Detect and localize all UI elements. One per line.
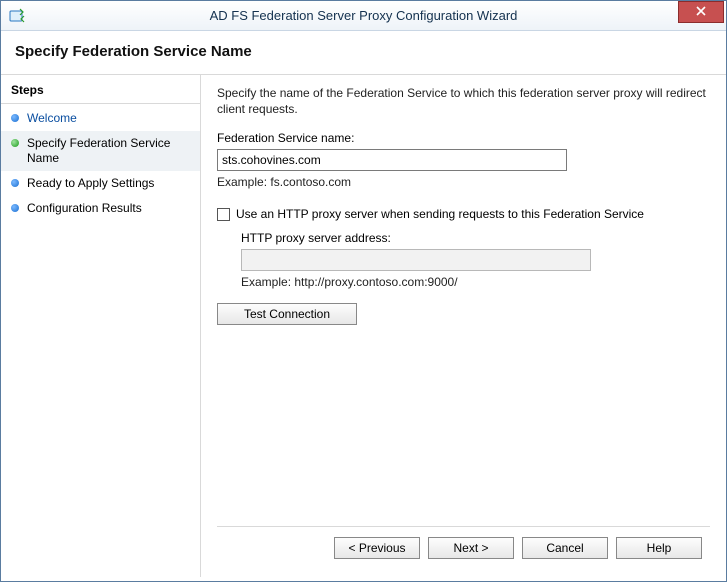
close-icon bbox=[696, 5, 706, 19]
http-proxy-address-label: HTTP proxy server address: bbox=[241, 231, 710, 245]
titlebar: AD FS Federation Server Proxy Configurat… bbox=[1, 1, 726, 31]
cancel-button[interactable]: Cancel bbox=[522, 537, 608, 559]
app-icon bbox=[9, 8, 25, 24]
wizard-footer: < Previous Next > Cancel Help bbox=[217, 526, 710, 567]
step-ready-to-apply-settings[interactable]: Ready to Apply Settings bbox=[1, 171, 200, 196]
http-proxy-address-input bbox=[241, 249, 591, 271]
page-header: Specify Federation Service Name bbox=[1, 31, 726, 75]
step-welcome[interactable]: Welcome bbox=[1, 106, 200, 131]
use-http-proxy-label: Use an HTTP proxy server when sending re… bbox=[236, 207, 644, 221]
steps-sidebar: Steps Welcome Specify Federation Service… bbox=[1, 75, 201, 577]
help-button[interactable]: Help bbox=[616, 537, 702, 559]
http-proxy-sub-block: HTTP proxy server address: Example: http… bbox=[241, 231, 710, 289]
federation-service-name-input[interactable] bbox=[217, 149, 567, 171]
step-label: Specify Federation Service Name bbox=[27, 136, 190, 166]
step-label: Ready to Apply Settings bbox=[27, 176, 190, 191]
steps-title: Steps bbox=[1, 81, 200, 104]
page-title: Specify Federation Service Name bbox=[15, 43, 712, 60]
use-http-proxy-checkbox[interactable] bbox=[217, 208, 230, 221]
step-label: Welcome bbox=[27, 111, 190, 126]
next-button[interactable]: Next > bbox=[428, 537, 514, 559]
close-button[interactable] bbox=[678, 1, 724, 23]
bullet-icon bbox=[11, 179, 19, 187]
previous-button[interactable]: < Previous bbox=[334, 537, 420, 559]
federation-service-name-block: Federation Service name: Example: fs.con… bbox=[217, 131, 710, 189]
test-connection-button[interactable]: Test Connection bbox=[217, 303, 357, 325]
use-http-proxy-row[interactable]: Use an HTTP proxy server when sending re… bbox=[217, 207, 710, 221]
page-description: Specify the name of the Federation Servi… bbox=[217, 85, 710, 117]
bullet-icon bbox=[11, 204, 19, 212]
content-pane: Specify the name of the Federation Servi… bbox=[201, 75, 726, 577]
step-label: Configuration Results bbox=[27, 201, 190, 216]
federation-service-name-example: Example: fs.contoso.com bbox=[217, 175, 710, 189]
step-configuration-results[interactable]: Configuration Results bbox=[1, 196, 200, 221]
body: Steps Welcome Specify Federation Service… bbox=[1, 75, 726, 577]
bullet-icon bbox=[11, 114, 19, 122]
window-title: AD FS Federation Server Proxy Configurat… bbox=[1, 8, 726, 23]
federation-service-name-label: Federation Service name: bbox=[217, 131, 710, 145]
bullet-icon bbox=[11, 139, 19, 147]
http-proxy-address-example: Example: http://proxy.contoso.com:9000/ bbox=[241, 275, 710, 289]
step-specify-federation-service-name[interactable]: Specify Federation Service Name bbox=[1, 131, 200, 171]
